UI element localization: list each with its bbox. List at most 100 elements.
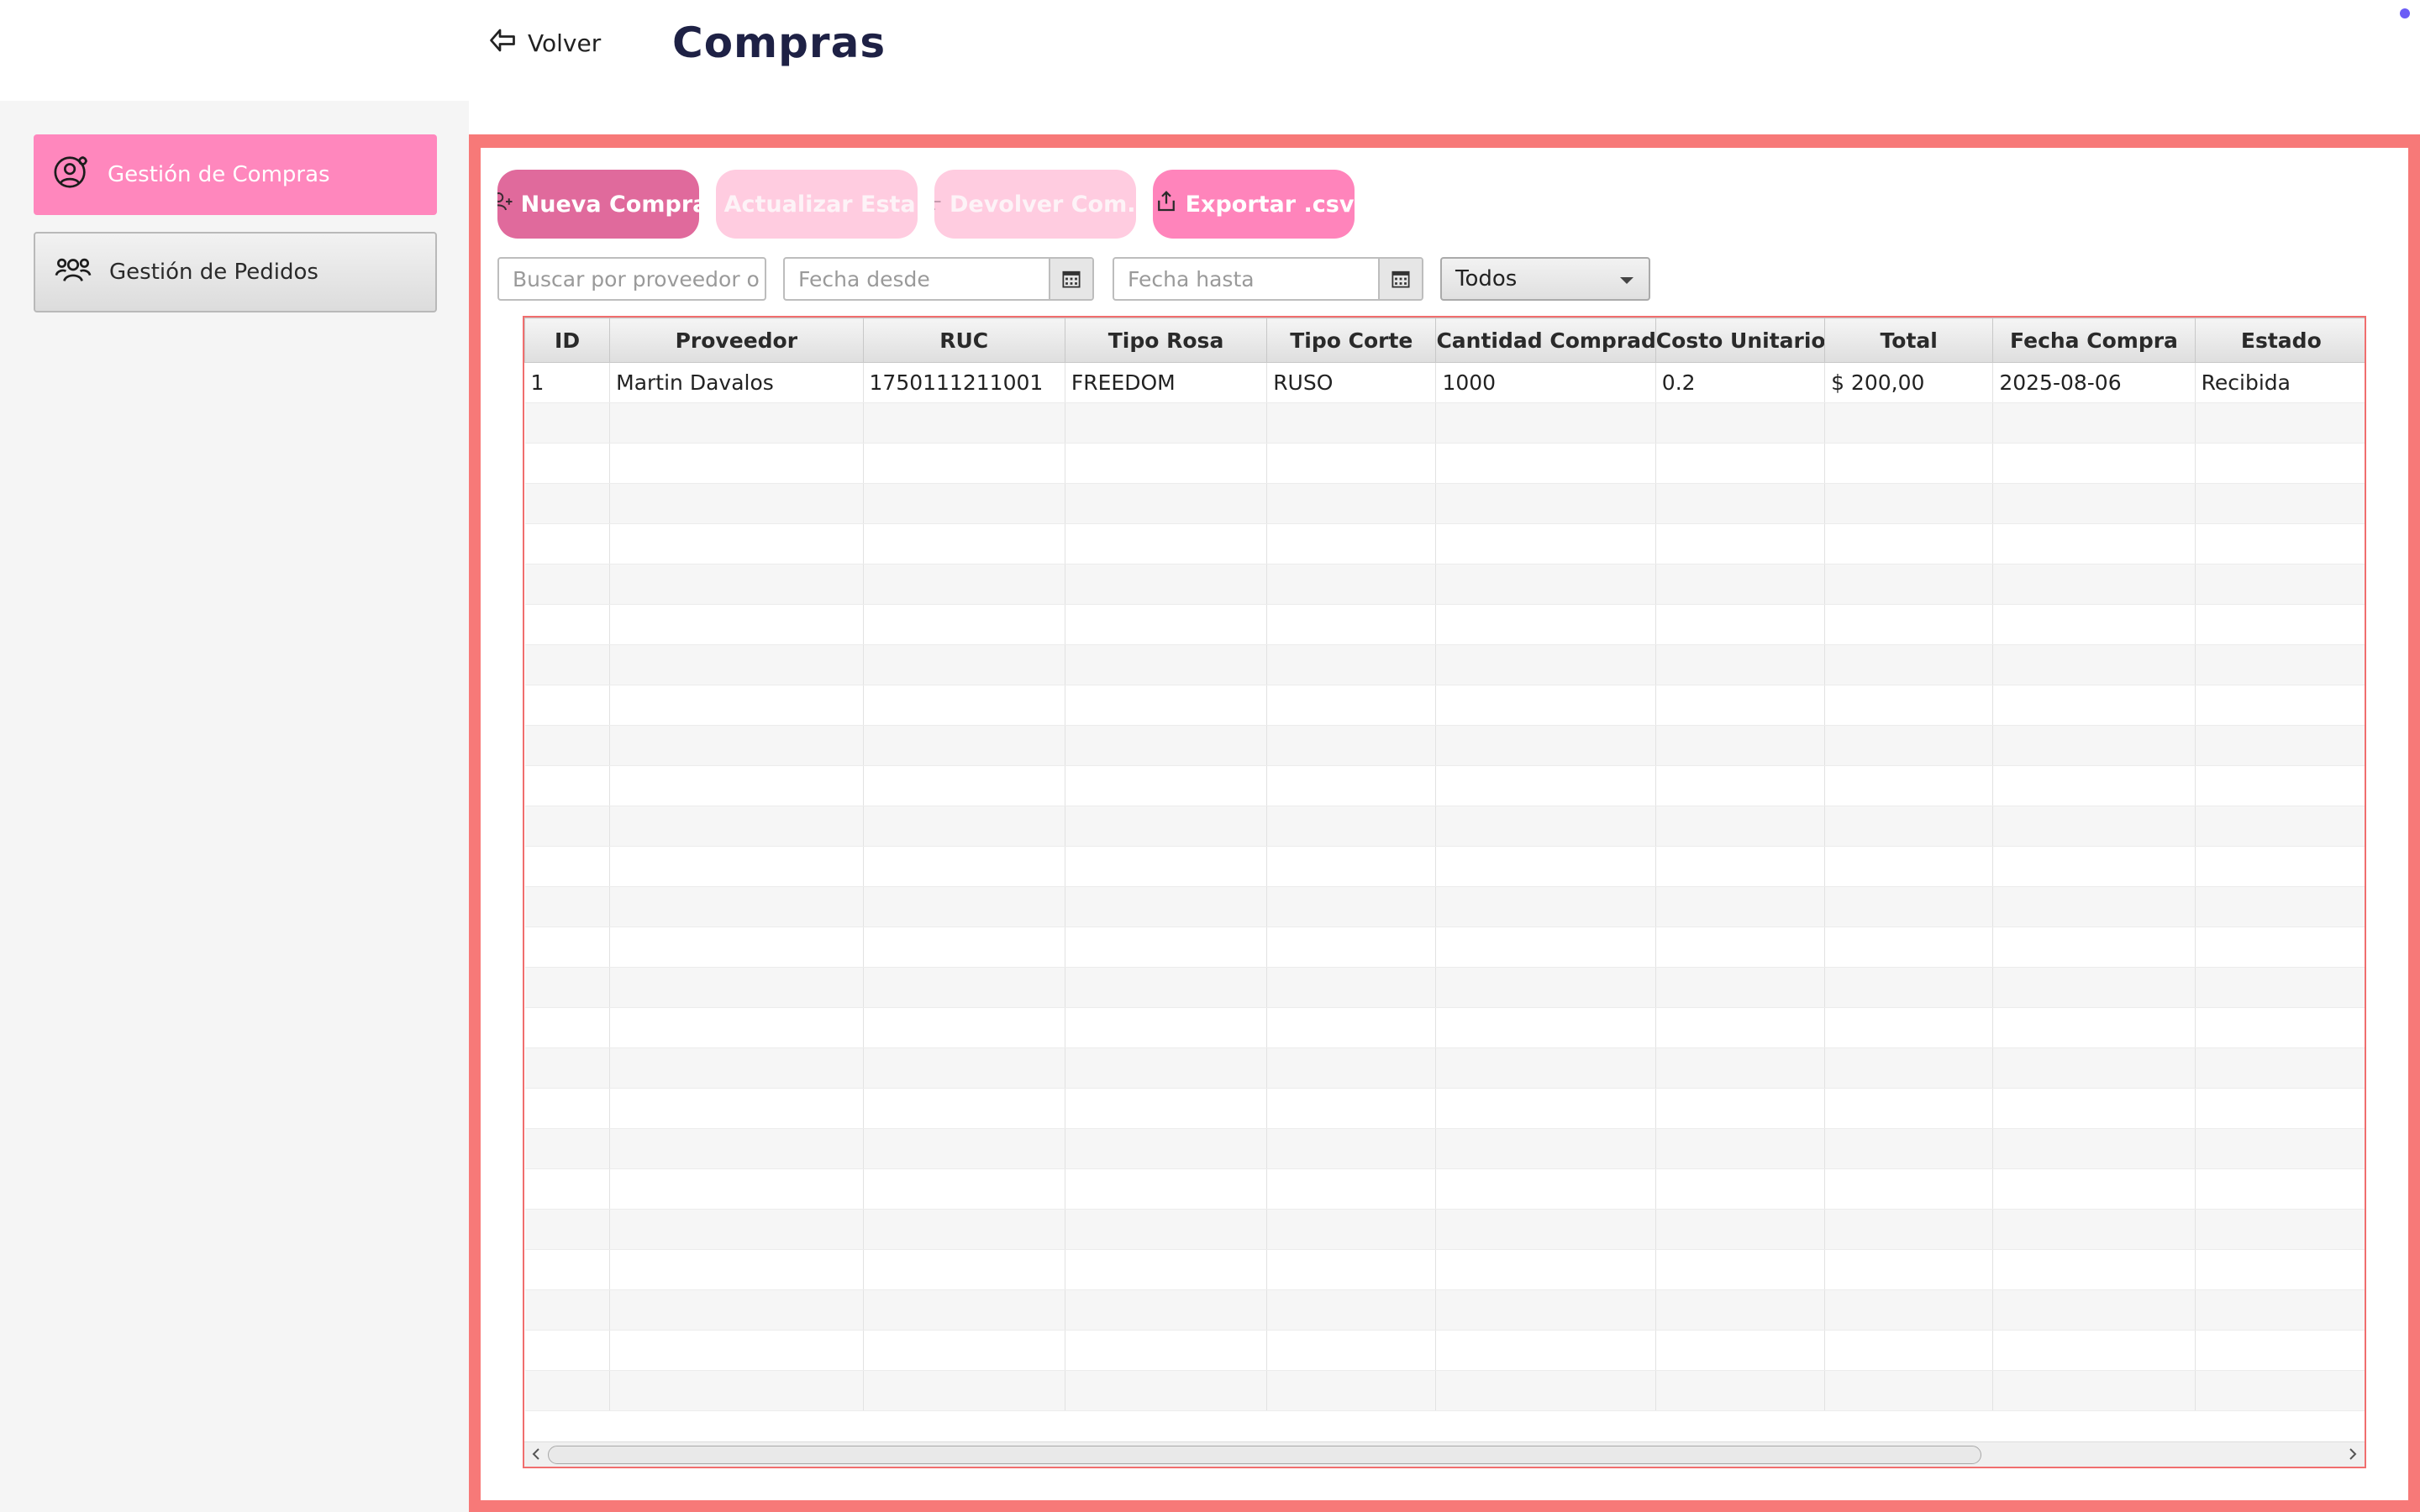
scroll-right-icon[interactable] xyxy=(2344,1446,2361,1462)
table-cell: $ 200,00 xyxy=(1824,362,1994,403)
actualizar-estado-button[interactable]: Actualizar Esta... xyxy=(716,170,918,239)
table-cell xyxy=(609,1249,864,1290)
table-cell xyxy=(609,685,864,726)
table-cell xyxy=(1824,1168,1994,1210)
table-cell xyxy=(609,1047,864,1089)
table-cell xyxy=(1824,685,1994,726)
table-cell xyxy=(1824,1088,1994,1129)
empty-table-row[interactable] xyxy=(524,685,2365,726)
empty-table-row[interactable] xyxy=(524,927,2365,968)
devolver-compra-button[interactable]: Devolver Com... xyxy=(934,170,1136,239)
sidebar-item-gestion-pedidos[interactable]: Gestión de Pedidos xyxy=(34,232,437,312)
estado-select-value: Todos xyxy=(1455,266,1518,291)
empty-table-row[interactable] xyxy=(524,725,2365,766)
empty-table-row[interactable] xyxy=(524,523,2365,564)
empty-table-row[interactable] xyxy=(524,765,2365,806)
table-cell xyxy=(863,685,1065,726)
calendar-icon[interactable] xyxy=(1378,259,1422,299)
table-cell xyxy=(609,725,864,766)
empty-table-row[interactable] xyxy=(524,402,2365,444)
empty-table-row[interactable] xyxy=(524,1168,2365,1210)
exportar-csv-label: Exportar .csv xyxy=(1185,191,1355,218)
calendar-icon[interactable] xyxy=(1049,259,1092,299)
table-cell xyxy=(1435,1128,1656,1169)
table-cell xyxy=(1824,886,1994,927)
table-cell xyxy=(863,725,1065,766)
empty-table-row[interactable] xyxy=(524,1370,2365,1411)
table-cell xyxy=(609,1209,864,1250)
empty-table-row[interactable] xyxy=(524,886,2365,927)
column-header[interactable]: Total xyxy=(1824,318,1994,363)
empty-table-row[interactable] xyxy=(524,644,2365,685)
table-cell xyxy=(1435,846,1656,887)
column-header[interactable]: Proveedor xyxy=(609,318,864,363)
table-cell xyxy=(1266,604,1437,645)
empty-table-row[interactable] xyxy=(524,564,2365,605)
table-cell xyxy=(863,1007,1065,1048)
table-cell xyxy=(1824,604,1994,645)
empty-table-row[interactable] xyxy=(524,1128,2365,1169)
table-cell xyxy=(524,1330,611,1371)
table-cell xyxy=(609,1168,864,1210)
empty-table-row[interactable] xyxy=(524,967,2365,1008)
table-cell xyxy=(1435,1370,1656,1411)
table-cell xyxy=(1655,927,1826,968)
sidebar-item-gestion-compras[interactable]: Gestión de Compras xyxy=(34,134,437,215)
table-cell xyxy=(1266,1047,1437,1089)
column-header[interactable]: ID xyxy=(524,318,611,363)
table-cell xyxy=(1824,1370,1994,1411)
table-cell xyxy=(1266,402,1437,444)
column-header[interactable]: Tipo Rosa xyxy=(1064,318,1268,363)
table-cell xyxy=(1824,1330,1994,1371)
table-cell xyxy=(2195,1209,2365,1250)
table-cell xyxy=(609,483,864,524)
horizontal-scrollbar[interactable] xyxy=(524,1441,2365,1467)
back-arrow-icon xyxy=(487,25,518,61)
column-header[interactable]: Tipo Corte xyxy=(1266,318,1437,363)
table-cell xyxy=(524,402,611,444)
table-cell xyxy=(863,1289,1065,1331)
table-cell xyxy=(1992,846,2196,887)
empty-table-row[interactable] xyxy=(524,846,2365,887)
fecha-hasta-field[interactable]: Fecha hasta xyxy=(1113,257,1423,301)
column-header[interactable]: RUC xyxy=(862,318,1065,363)
empty-table-row[interactable] xyxy=(524,1088,2365,1129)
empty-table-row[interactable] xyxy=(524,483,2365,524)
table-cell xyxy=(1824,402,1994,444)
nueva-compra-button[interactable]: Nueva Compra xyxy=(497,170,699,239)
table-cell xyxy=(1655,1168,1826,1210)
table-cell xyxy=(609,564,864,605)
column-header[interactable]: Costo Unitario xyxy=(1655,318,1826,363)
back-button[interactable]: Volver xyxy=(487,25,601,60)
empty-table-row[interactable] xyxy=(524,1007,2365,1048)
empty-table-row[interactable] xyxy=(524,806,2365,847)
empty-table-row[interactable] xyxy=(524,1249,2365,1290)
table-cell xyxy=(1435,927,1656,968)
table-cell xyxy=(863,1209,1065,1250)
table-cell xyxy=(863,402,1065,444)
table-cell xyxy=(1435,523,1656,564)
exportar-csv-button[interactable]: Exportar .csv xyxy=(1153,170,1355,239)
fecha-desde-placeholder: Fecha desde xyxy=(798,266,930,291)
empty-table-row[interactable] xyxy=(524,1289,2365,1331)
empty-table-row[interactable] xyxy=(524,1330,2365,1371)
table-cell xyxy=(1065,483,1268,524)
empty-table-row[interactable] xyxy=(524,443,2365,484)
table-cell xyxy=(1992,402,2196,444)
estado-select[interactable]: Todos xyxy=(1440,257,1650,301)
table-row[interactable]: 1 Martin Davalos 1750111211001 FREEDOM RUSO 1… xyxy=(524,362,2365,403)
table-cell xyxy=(524,927,611,968)
table-cell xyxy=(2195,604,2365,645)
column-header[interactable]: Estado xyxy=(2194,318,2365,363)
empty-table-row[interactable] xyxy=(524,1209,2365,1250)
scrollbar-thumb[interactable] xyxy=(548,1446,1981,1464)
table-cell xyxy=(1655,1249,1826,1290)
table-cell xyxy=(524,1289,611,1331)
column-header[interactable]: Cantidad Comprada xyxy=(1435,318,1656,363)
fecha-desde-field[interactable]: Fecha desde xyxy=(783,257,1094,301)
search-input[interactable]: Buscar por proveedor o tip xyxy=(497,257,766,301)
empty-table-row[interactable] xyxy=(524,1047,2365,1089)
scroll-left-icon[interactable] xyxy=(528,1446,544,1462)
column-header[interactable]: Fecha Compra xyxy=(1992,318,2196,363)
empty-table-row[interactable] xyxy=(524,604,2365,645)
